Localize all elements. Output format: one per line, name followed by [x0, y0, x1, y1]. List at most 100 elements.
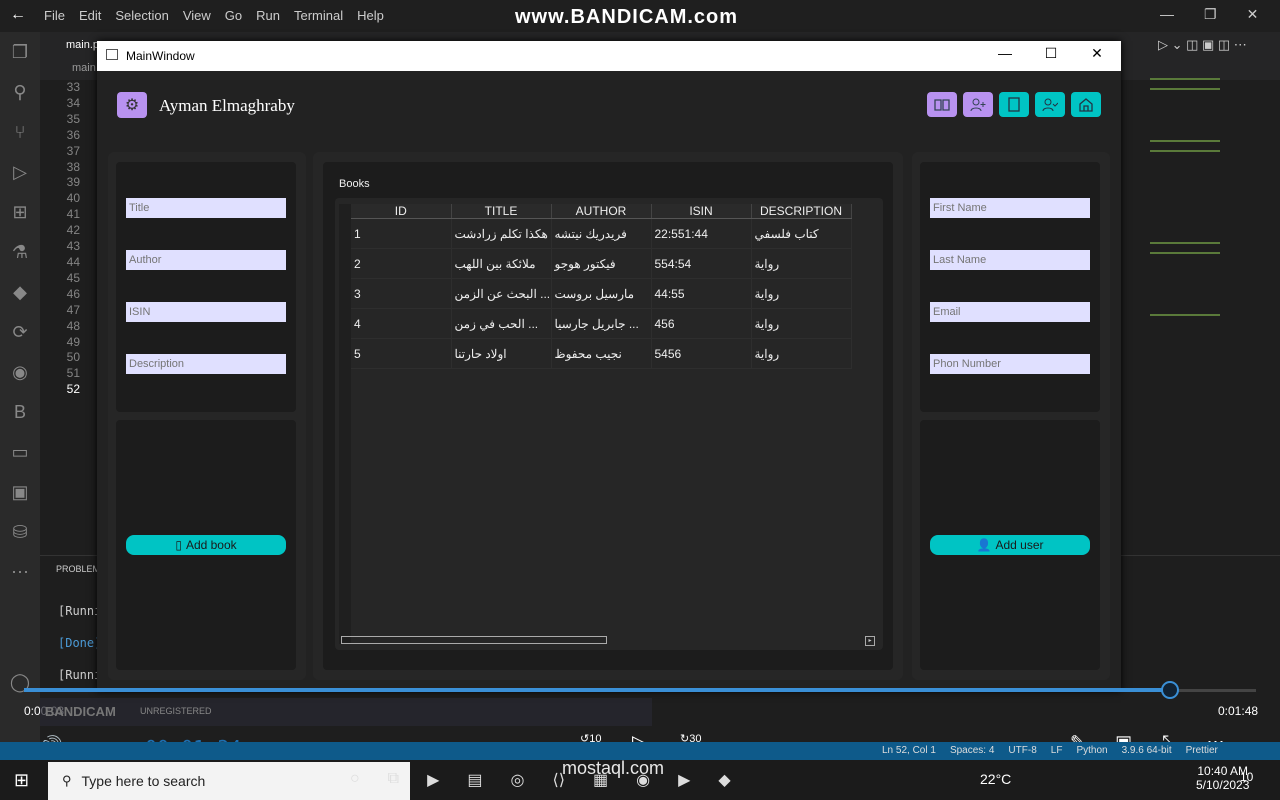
table-cell[interactable]: 22:551:44 — [651, 218, 752, 249]
status-item[interactable]: Python — [1076, 745, 1107, 756]
palette-icon[interactable]: ◉ — [0, 352, 40, 392]
table-cell[interactable]: رواية — [751, 278, 852, 309]
home-button[interactable] — [1071, 92, 1101, 117]
isin-input[interactable] — [126, 302, 286, 322]
add-book-button[interactable]: ▯ Add book — [126, 535, 286, 555]
table-cell[interactable]: رواية — [751, 248, 852, 279]
table-cell[interactable]: 2 — [351, 248, 452, 279]
breadcrumb[interactable]: main — [72, 62, 96, 74]
chrome-icon[interactable]: ◎ — [511, 770, 525, 790]
search-icon[interactable]: ⚲ — [0, 72, 40, 112]
table-cell[interactable]: ملائكة بين اللهب — [451, 248, 552, 279]
menu-help[interactable]: Help — [357, 8, 384, 23]
column-header-author[interactable]: AUTHOR — [551, 204, 652, 219]
table-cell[interactable]: 5456 — [651, 338, 752, 369]
table-cell[interactable]: ... جابريل جارسيا — [551, 308, 652, 339]
add-user-view-button[interactable] — [963, 92, 993, 117]
table-cell[interactable]: نجيب محفوظ — [551, 338, 652, 369]
menu-run[interactable]: Run — [256, 8, 280, 23]
table-cell[interactable]: اولاد حارتنا — [451, 338, 552, 369]
menu-go[interactable]: Go — [225, 8, 242, 23]
table-row[interactable]: 2 ملائكة بين اللهب فيكتور هوجو 554:54 رواية — [351, 248, 852, 279]
table-row[interactable]: 5 اولاد حارتنا نجيب محفوظ 5456 رواية — [351, 338, 852, 369]
tab-main[interactable]: main.p — [66, 39, 99, 51]
author-input[interactable] — [126, 250, 286, 270]
status-item[interactable]: UTF-8 — [1008, 745, 1036, 756]
table-cell[interactable]: رواية — [751, 308, 852, 339]
status-item[interactable]: 3.9.6 64-bit — [1122, 745, 1172, 756]
phone-input[interactable] — [930, 354, 1090, 374]
table-cell[interactable]: فيكتور هوجو — [551, 248, 652, 279]
close-icon[interactable]: ✕ — [1247, 6, 1259, 23]
media-icon[interactable]: ▶ — [678, 770, 690, 790]
explorer-icon[interactable]: ❐ — [0, 32, 40, 72]
last-name-input[interactable] — [930, 250, 1090, 270]
table-cell[interactable]: رواية — [751, 338, 852, 369]
table-cell[interactable]: مارسيل بروست — [551, 278, 652, 309]
python-icon[interactable]: ◆ — [0, 272, 40, 312]
table-cell[interactable]: 3 — [351, 278, 452, 309]
source-control-icon[interactable]: ⑂ — [0, 112, 40, 152]
table-cell[interactable]: هكذا تكلم زرادشت — [451, 218, 552, 249]
menu-edit[interactable]: Edit — [79, 8, 101, 23]
cortana-icon[interactable]: ○ — [350, 770, 360, 790]
extensions-icon[interactable]: ⊞ — [0, 192, 40, 232]
run-icon[interactable]: ▷ ⌄ ◫ ▣ ◫ ⋯ — [1158, 37, 1247, 53]
table-cell[interactable]: ... البحث عن الزمن — [451, 278, 552, 309]
menu-view[interactable]: View — [183, 8, 211, 23]
add-user-button[interactable]: 👤 Add user — [930, 535, 1090, 555]
python-icon[interactable]: ◆ — [718, 770, 730, 790]
powershell-icon[interactable]: ▶ — [427, 770, 439, 790]
table-row[interactable]: 1 هكذا تكلم زرادشت فريدريك نيتشه 22:551:44 ك… — [351, 218, 852, 249]
menu-file[interactable]: File — [44, 8, 65, 23]
title-input[interactable] — [126, 198, 286, 218]
table-cell[interactable]: كتاب فلسفي — [751, 218, 852, 249]
status-item[interactable]: Ln 52, Col 1 — [882, 745, 936, 756]
chat-icon[interactable]: ▭ — [0, 432, 40, 472]
restore-icon[interactable]: ❐ — [1204, 6, 1217, 23]
testing-icon[interactable]: ⚗ — [0, 232, 40, 272]
table-cell[interactable]: 1 — [351, 218, 452, 249]
scroll-right-icon[interactable]: ▸ — [865, 636, 875, 646]
seek-handle[interactable] — [1160, 681, 1179, 699]
back-arrow-icon[interactable]: ← — [10, 6, 26, 24]
table-cell[interactable]: فريدريك نيتشه — [551, 218, 652, 249]
column-header-description[interactable]: DESCRIPTION — [751, 204, 852, 219]
minimize-icon[interactable]: — — [1160, 6, 1174, 23]
first-name-input[interactable] — [930, 198, 1090, 218]
column-header-title[interactable]: TITLE — [451, 204, 552, 219]
email-input[interactable] — [930, 302, 1090, 322]
panel-title[interactable]: PROBLEM — [56, 564, 100, 574]
column-header-isin[interactable]: ISIN — [651, 204, 752, 219]
table-cell[interactable]: 456 — [651, 308, 752, 339]
task-view-icon[interactable]: ⧉ — [388, 770, 399, 790]
settings-button[interactable]: ⚙ — [117, 92, 147, 118]
remote-icon[interactable]: ⟳ — [0, 312, 40, 352]
book-button[interactable] — [999, 92, 1029, 117]
terminal-icon[interactable]: ▣ — [0, 472, 40, 512]
more-icon[interactable]: ⋯ — [0, 552, 40, 592]
menu-terminal[interactable]: Terminal — [294, 8, 343, 23]
status-item[interactable]: LF — [1051, 745, 1063, 756]
status-item[interactable]: Prettier — [1186, 745, 1218, 756]
table-cell[interactable]: 44:55 — [651, 278, 752, 309]
weather[interactable]: 22°C — [980, 771, 1011, 787]
notification-center[interactable]: 10 — [1240, 770, 1253, 784]
table-cell[interactable]: 5 — [351, 338, 452, 369]
table-row[interactable]: 3... البحث عن الزمن مارسيل بروست 44:55 رواي… — [351, 278, 852, 309]
horizontal-scrollbar[interactable] — [341, 636, 607, 644]
table-cell[interactable]: 4 — [351, 308, 452, 339]
file-explorer-icon[interactable]: ▤ — [467, 770, 482, 790]
users-button[interactable] — [1035, 92, 1065, 117]
table-cell[interactable]: ... الحب في زمن — [451, 308, 552, 339]
column-header-id[interactable]: ID — [351, 204, 452, 219]
maximize-button[interactable]: ☐ — [1028, 45, 1074, 67]
debug-icon[interactable]: ▷ — [0, 152, 40, 192]
table-cell[interactable]: 554:54 — [651, 248, 752, 279]
b-icon[interactable]: B — [0, 392, 40, 432]
windows-start-icon[interactable]: ⊞ — [14, 770, 29, 791]
table-row[interactable]: 4... الحب في زمن... جابريل جارسيا 456 رواي… — [351, 308, 852, 339]
close-button[interactable]: ✕ — [1074, 45, 1120, 67]
status-item[interactable]: Spaces: 4 — [950, 745, 994, 756]
menu-selection[interactable]: Selection — [115, 8, 168, 23]
